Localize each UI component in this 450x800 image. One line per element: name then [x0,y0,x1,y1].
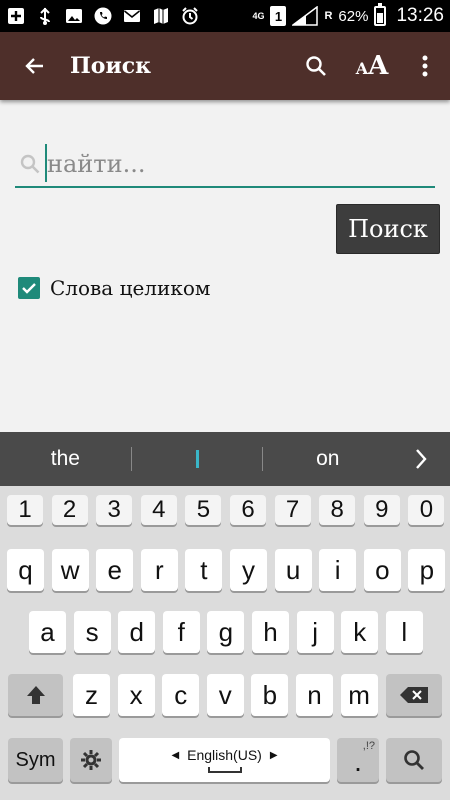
shift-key[interactable] [8,674,63,716]
chevron-right-icon [416,449,427,469]
back-button[interactable] [0,32,70,100]
alarm-icon [180,7,200,25]
suggestion-2[interactable] [132,432,263,486]
shift-icon [26,686,45,704]
gear-icon [81,750,101,770]
key-5[interactable]: 5 [185,495,222,525]
key-6[interactable]: 6 [230,495,266,525]
network-type: 4G [252,10,265,21]
keyboard: 1234567890 qwertyuiop asdfghjkl zxcvbnm … [0,486,450,800]
more-options-button[interactable] [400,32,450,100]
page-title: Поиск [70,53,152,79]
search-input[interactable] [45,144,425,184]
system-status: 4G 1 R 62% 13:26 [252,3,444,27]
key-t[interactable]: t [185,549,223,591]
chevron-left-icon: ◀ [171,749,180,761]
suggestion-3[interactable]: on [263,432,392,486]
battery-percent: 62% [338,7,369,25]
key-c[interactable]: c [162,674,200,716]
key-f[interactable]: f [162,611,200,653]
key-a[interactable]: a [29,611,66,653]
suggestion-cursor [195,450,199,468]
add-notification-icon [6,7,26,25]
search-icon [404,750,424,770]
search-submit-button[interactable]: Поиск [336,204,440,254]
battery-icon [374,3,387,26]
expand-suggestions-button[interactable] [392,432,450,486]
key-n[interactable]: n [296,674,333,716]
text-size-icon: AA [355,51,389,81]
check-icon [22,283,36,294]
back-arrow-icon [25,58,43,74]
key-e[interactable]: e [96,549,134,591]
mail-icon [122,7,142,25]
key-x[interactable]: x [117,674,155,716]
key-1[interactable]: 1 [7,495,43,525]
key-d[interactable]: d [118,611,156,653]
key-4[interactable]: 4 [140,495,177,525]
backspace-icon [400,687,428,703]
key-r[interactable]: r [140,549,178,591]
more-vert-icon [422,55,428,77]
usb-icon [35,7,55,25]
key-s[interactable]: s [73,611,111,653]
period-hint: ,!? [362,740,375,752]
key-y[interactable]: y [230,549,267,591]
search-key[interactable] [386,738,442,782]
period-key[interactable]: ,!? . [337,738,379,782]
key-q[interactable]: q [7,549,44,591]
key-u[interactable]: u [274,549,312,591]
key-g[interactable]: g [207,611,245,653]
search-form: Поиск Слова целиком [0,100,450,432]
whole-words-option[interactable]: Слова целиком [18,276,210,300]
key-w[interactable]: w [51,549,89,591]
key-7[interactable]: 7 [274,495,311,525]
roaming-indicator: R [324,10,333,22]
sim-indicator: 1 [270,6,287,26]
suggestion-1[interactable]: the [0,432,131,486]
search-field[interactable] [15,142,435,188]
key-2[interactable]: 2 [51,495,88,525]
text-size-button[interactable]: AA [344,32,400,100]
sym-key[interactable]: Sym [8,738,63,782]
key-b[interactable]: b [251,674,289,716]
key-z[interactable]: z [73,674,110,716]
space-bar-icon [207,767,242,773]
notification-icons [6,7,200,25]
whole-words-label: Слова целиком [50,276,211,300]
phone-icon [93,7,113,25]
key-3[interactable]: 3 [96,495,133,525]
clock: 13:26 [396,5,444,26]
status-bar: 4G 1 R 62% 13:26 [0,0,450,32]
language-label: English(US) [187,747,262,763]
key-l[interactable]: l [385,611,423,653]
key-p[interactable]: p [408,549,446,591]
settings-key[interactable] [70,738,112,782]
key-h[interactable]: h [252,611,289,653]
key-9[interactable]: 9 [363,495,400,525]
chevron-right-icon: ▶ [269,749,278,761]
key-m[interactable]: m [340,674,378,716]
period-label: . [354,746,362,777]
key-8[interactable]: 8 [319,495,356,525]
backspace-key[interactable] [386,674,442,716]
key-o[interactable]: o [363,549,401,591]
key-k[interactable]: k [341,611,379,653]
language-switch: ◀ English(US) ▶ [171,747,277,763]
key-j[interactable]: j [296,611,334,653]
whole-words-checkbox[interactable] [18,277,40,299]
search-button[interactable] [288,32,344,100]
gallery-icon [64,7,84,25]
key-i[interactable]: i [319,549,357,591]
search-icon [306,56,326,76]
search-field-icon [15,149,45,179]
app-bar: Поиск AA [0,32,450,100]
signal-icon [291,5,319,26]
key-0[interactable]: 0 [408,495,445,525]
map-icon [151,7,171,25]
suggestion-bar: the on [0,432,450,486]
key-v[interactable]: v [206,674,244,716]
space-key[interactable]: ◀ English(US) ▶ [119,738,330,782]
text-cursor [45,144,47,182]
